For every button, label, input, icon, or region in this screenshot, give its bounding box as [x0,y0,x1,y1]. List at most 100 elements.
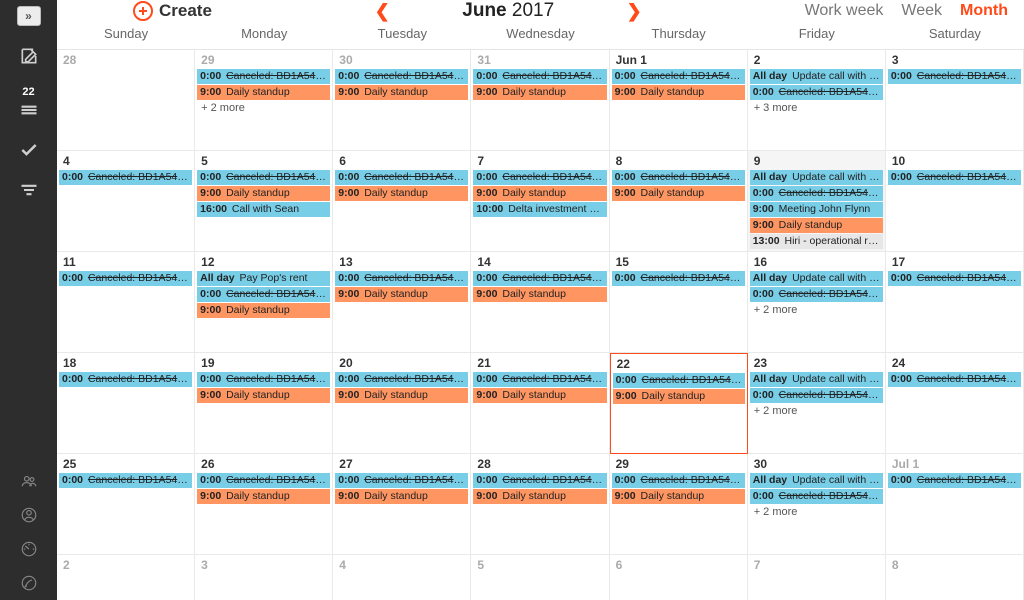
event[interactable]: 9:00 Daily standup [473,388,606,403]
event[interactable]: 16:00 Call with Sean [197,202,330,217]
event[interactable]: 9:00 Daily standup [473,287,606,302]
day-cell[interactable]: 250:00 Canceled: BD1A54 M… [57,454,195,555]
event[interactable]: All day Update call with M… [750,473,883,488]
day-cell[interactable]: 2All day Update call with M…0:00 Cancele… [748,50,886,151]
day-cell[interactable]: 130:00 Canceled: BD1A54 M…9:00 Daily sta… [333,252,471,353]
event[interactable]: 0:00 Canceled: BD1A54 M… [612,271,745,286]
event[interactable]: 13:00 Hiri - operational re… [750,234,883,249]
day-cell[interactable]: 180:00 Canceled: BD1A54 M… [57,353,195,454]
day-cell[interactable]: 260:00 Canceled: BD1A54 M…9:00 Daily sta… [195,454,333,555]
sidebar-dashboard[interactable] [0,532,57,566]
event[interactable]: 0:00 Canceled: BD1A54 M… [335,271,468,286]
event[interactable]: 9:00 Daily standup [335,85,468,100]
event[interactable]: 0:00 Canceled: BD1A54 M… [750,388,883,403]
event[interactable]: 0:00 Canceled: BD1A54 M… [473,372,606,387]
event[interactable]: 9:00 Daily standup [335,186,468,201]
more-events[interactable]: + 2 more [750,302,883,316]
day-cell[interactable]: Jun 10:00 Canceled: BD1A54 M…9:00 Daily … [610,50,748,151]
event[interactable]: 0:00 Canceled: BD1A54 M… [888,271,1021,286]
more-events[interactable]: + 2 more [197,100,330,114]
event[interactable]: 9:00 Daily standup [197,388,330,403]
event[interactable]: 0:00 Canceled: BD1A54 M… [335,69,468,84]
day-cell[interactable]: 240:00 Canceled: BD1A54 M… [886,353,1024,454]
event[interactable]: 0:00 Canceled: BD1A54 M… [59,473,192,488]
sidebar-settings[interactable] [0,566,57,600]
day-cell[interactable]: 5 [471,555,609,600]
event[interactable]: 0:00 Canceled: BD1A54 M… [197,69,330,84]
event[interactable]: All day Pay Pop's rent [197,271,330,286]
more-events[interactable]: + 2 more [750,403,883,417]
event[interactable]: 9:00 Daily standup [473,489,606,504]
day-cell[interactable]: 170:00 Canceled: BD1A54 M… [886,252,1024,353]
event[interactable]: 9:00 Daily standup [612,186,745,201]
event[interactable]: 0:00 Canceled: BD1A54 M… [59,372,192,387]
prev-month-button[interactable]: ❮ [372,1,392,22]
event[interactable]: 10:00 Delta investment co… [473,202,606,217]
event[interactable]: 0:00 Canceled: BD1A54 M… [59,271,192,286]
event[interactable]: 0:00 Canceled: BD1A54 M… [750,287,883,302]
day-cell[interactable]: 270:00 Canceled: BD1A54 M…9:00 Daily sta… [333,454,471,555]
event[interactable]: 0:00 Canceled: BD1A54 M… [197,170,330,185]
event[interactable]: 9:00 Daily standup [197,489,330,504]
event[interactable]: 0:00 Canceled: BD1A54 M… [888,372,1021,387]
more-events[interactable]: + 3 more [750,100,883,114]
day-cell[interactable]: 2 [57,555,195,600]
event[interactable]: 0:00 Canceled: BD1A54 M… [335,473,468,488]
event[interactable]: 9:00 Daily standup [335,489,468,504]
event[interactable]: 9:00 Daily standup [612,85,745,100]
event[interactable]: 0:00 Canceled: BD1A54 M… [888,69,1021,84]
event[interactable]: All day Update call with M… [750,69,883,84]
day-cell[interactable]: 190:00 Canceled: BD1A54 M…9:00 Daily sta… [195,353,333,454]
day-cell[interactable]: 23All day Update call with M…0:00 Cancel… [748,353,886,454]
sidebar-tasks[interactable] [0,130,57,170]
event[interactable]: 0:00 Canceled: BD1A54 M… [750,85,883,100]
event[interactable]: 0:00 Canceled: BD1A54 M… [612,69,745,84]
sidebar-contacts[interactable] [0,464,57,498]
event[interactable]: 0:00 Canceled: BD1A54 M… [613,373,745,388]
day-cell[interactable]: 9All day Update call with M…0:00 Cancele… [748,151,886,252]
day-cell[interactable]: 60:00 Canceled: BD1A54 M…9:00 Daily stan… [333,151,471,252]
day-cell[interactable]: 40:00 Canceled: BD1A54 M… [57,151,195,252]
event[interactable]: 9:00 Daily standup [335,388,468,403]
day-cell[interactable]: 70:00 Canceled: BD1A54 M…9:00 Daily stan… [471,151,609,252]
event[interactable]: 9:00 Daily standup [197,186,330,201]
day-cell[interactable]: 3 [195,555,333,600]
event[interactable]: 0:00 Canceled: BD1A54 M… [197,372,330,387]
event[interactable]: 0:00 Canceled: BD1A54 M… [473,170,606,185]
event[interactable]: 0:00 Canceled: BD1A54 M… [612,473,745,488]
day-cell[interactable]: 100:00 Canceled: BD1A54 M… [886,151,1024,252]
view-work-week[interactable]: Work week [805,2,884,20]
day-cell[interactable]: 210:00 Canceled: BD1A54 M…9:00 Daily sta… [471,353,609,454]
day-cell[interactable]: 220:00 Canceled: BD1A54 M…9:00 Daily sta… [610,353,748,454]
event[interactable]: 0:00 Canceled: BD1A54 M… [750,186,883,201]
sidebar-inbox[interactable]: 22 [0,76,57,130]
event[interactable]: 9:00 Daily standup [612,489,745,504]
day-cell[interactable]: 140:00 Canceled: BD1A54 M…9:00 Daily sta… [471,252,609,353]
event[interactable]: 0:00 Canceled: BD1A54 M… [197,287,330,302]
event[interactable]: 0:00 Canceled: BD1A54 M… [888,473,1021,488]
event[interactable]: 0:00 Canceled: BD1A54 M… [888,170,1021,185]
sidebar-filter[interactable] [0,170,57,210]
day-cell[interactable]: 50:00 Canceled: BD1A54 M…9:00 Daily stan… [195,151,333,252]
event[interactable]: 0:00 Canceled: BD1A54 M… [473,473,606,488]
event[interactable]: 9:00 Daily standup [613,389,745,404]
event[interactable]: 9:00 Daily standup [197,85,330,100]
event[interactable]: 9:00 Meeting John Flynn [750,202,883,217]
day-cell[interactable]: 290:00 Canceled: BD1A54 M…9:00 Daily sta… [610,454,748,555]
day-cell[interactable]: Jul 10:00 Canceled: BD1A54 M… [886,454,1024,555]
day-cell[interactable]: 30:00 Canceled: BD1A54 M… [886,50,1024,151]
day-cell[interactable]: 280:00 Canceled: BD1A54 M…9:00 Daily sta… [471,454,609,555]
day-cell[interactable]: 30All day Update call with M…0:00 Cancel… [748,454,886,555]
day-cell[interactable]: 8 [886,555,1024,600]
day-cell[interactable]: 6 [610,555,748,600]
day-cell[interactable]: 310:00 Canceled: BD1A54 M…9:00 Daily sta… [471,50,609,151]
day-cell[interactable]: 7 [748,555,886,600]
event[interactable]: 9:00 Daily standup [473,85,606,100]
event[interactable]: 0:00 Canceled: BD1A54 M… [59,170,192,185]
event[interactable]: 9:00 Daily standup [750,218,883,233]
event[interactable]: 0:00 Canceled: BD1A54 M… [612,170,745,185]
event[interactable]: 0:00 Canceled: BD1A54 M… [197,473,330,488]
event[interactable]: All day Update call with M… [750,271,883,286]
view-month[interactable]: Month [960,2,1008,20]
day-cell[interactable]: 290:00 Canceled: BD1A54 M…9:00 Daily sta… [195,50,333,151]
